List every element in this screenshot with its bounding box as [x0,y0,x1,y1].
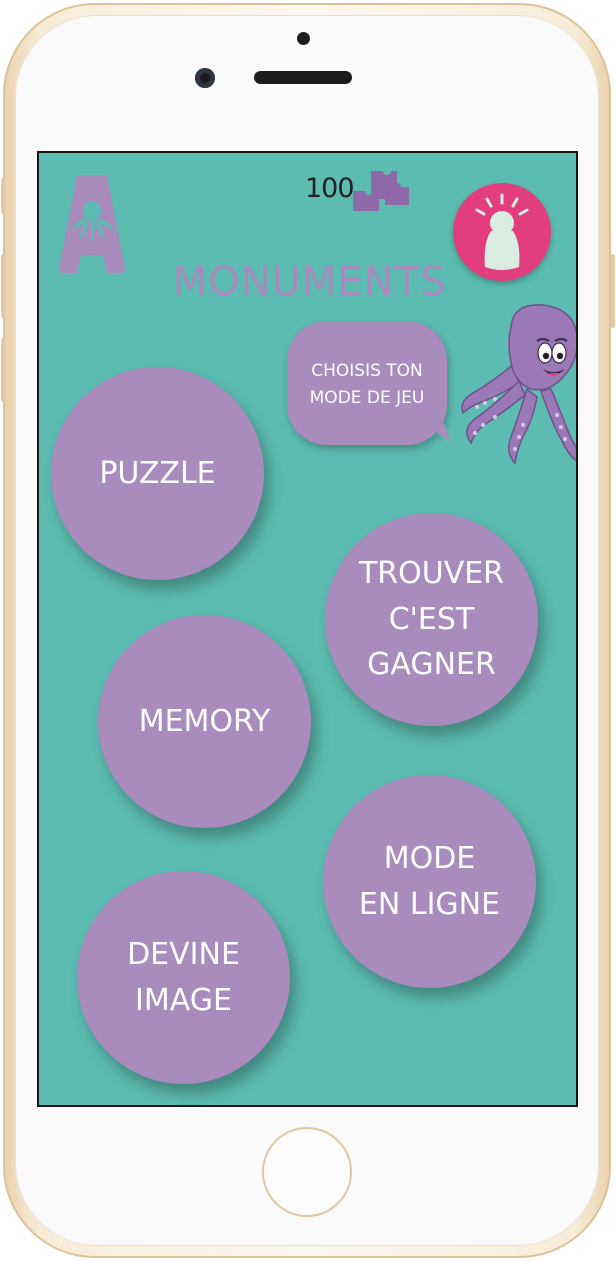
puzzle-mode-button[interactable]: PUZZLE [51,367,264,580]
memory-mode-label: MEMORY [138,703,271,739]
trouver-cest-gagner-button[interactable]: TROUVER C'EST GAGNER [325,513,538,726]
bubble-line-2: MODE DE JEU [309,388,425,408]
devine-image-button[interactable]: DEVINE IMAGE [77,871,290,1084]
online-line-1: MODE [383,840,476,876]
volume-down-button [1,338,5,402]
volume-up-button [1,254,5,318]
mute-switch [1,178,5,214]
online-line-2: EN LIGNE [358,886,501,922]
trouver-line-3: GAGNER [367,647,496,683]
earpiece-speaker [254,71,352,84]
trouver-line-1: TROUVER [358,556,505,592]
page-title: MONUMENTS [172,259,447,305]
trouver-line-2: C'EST [388,601,475,637]
home-button[interactable] [262,1127,352,1217]
memory-mode-button[interactable]: MEMORY [98,615,311,828]
proximity-sensor [297,32,310,45]
score-value: 100 [305,173,355,204]
power-button [611,254,615,328]
octopus-mascot [461,304,576,465]
online-mode-button[interactable]: MODE EN LIGNE [323,775,536,988]
front-camera [195,68,215,88]
speech-bubble-text: CHOISIS TON MODE DE JEU [287,325,447,445]
app-screen: 100 MONUMENTS CHOISIS TON MODE DE JEU PU… [37,151,578,1107]
devine-line-2: IMAGE [135,982,232,1018]
bubble-line-1: CHOISIS TON [311,360,423,381]
puzzle-pieces-icon [353,171,409,211]
devine-line-1: DEVINE [127,936,240,972]
puzzle-mode-label: PUZZLE [99,455,216,491]
